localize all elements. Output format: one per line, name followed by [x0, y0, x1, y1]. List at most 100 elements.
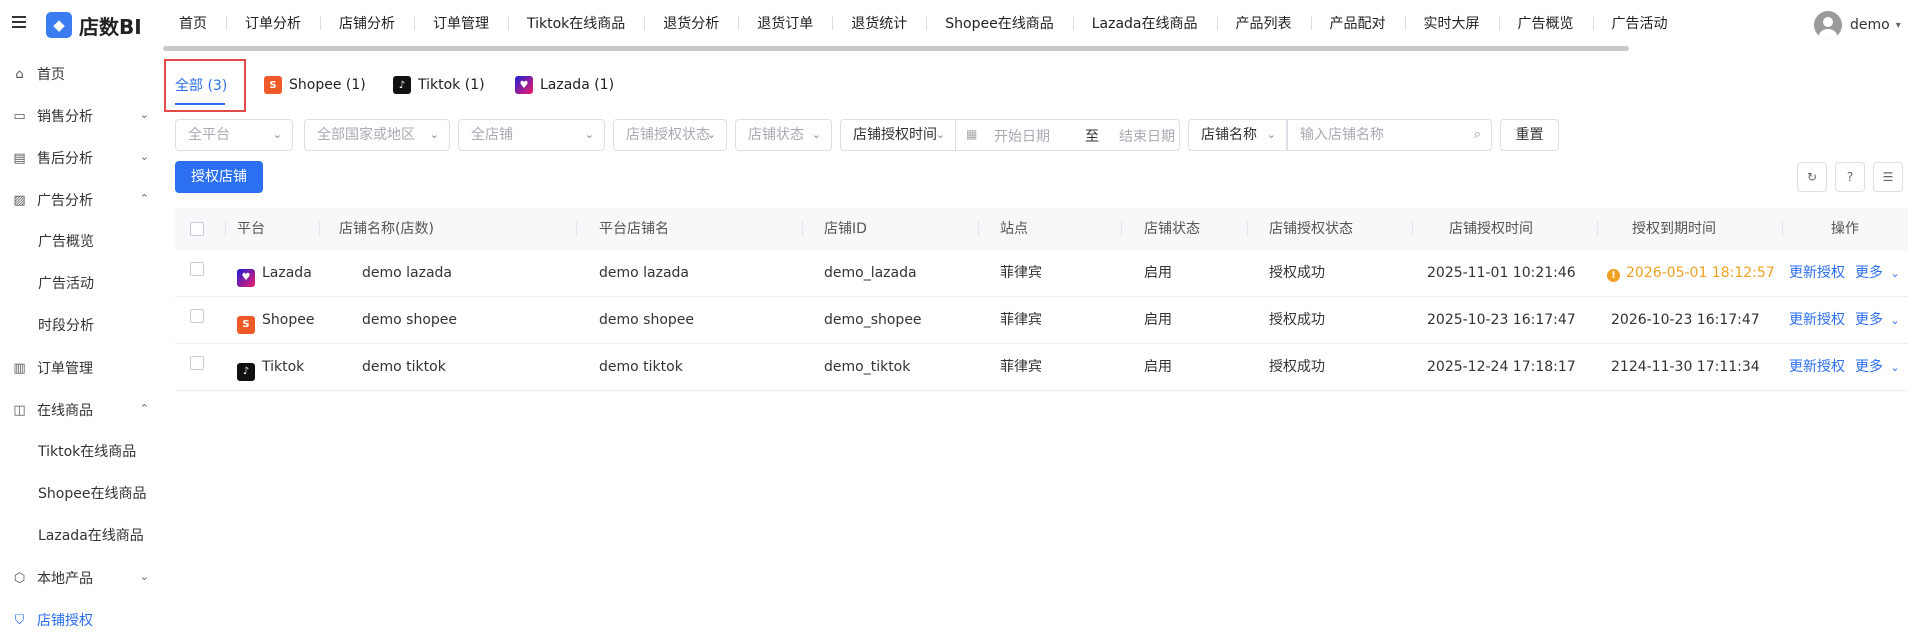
sidebar-item-after-sales[interactable]: ▤ 售后分析 ⌄ [0, 137, 163, 179]
topnav-item-product-match[interactable]: 产品配对 [1310, 13, 1405, 33]
document-icon: ▤ [13, 150, 26, 166]
topnav-item-store-analysis[interactable]: 店铺分析 [320, 13, 414, 33]
start-date-input[interactable]: 开始日期 [994, 126, 1050, 146]
tiktok-icon: ♪ [393, 76, 411, 94]
date-range-picker[interactable]: ▦ 开始日期 至 结束日期 [956, 119, 1180, 151]
table-row[interactable]: ♥ Lazada demo lazada demo lazada demo_laz… [175, 250, 1908, 297]
search-icon[interactable]: ⌕ [1474, 120, 1481, 150]
user-name[interactable]: demo [1850, 17, 1890, 33]
topnav-item-return-stats[interactable]: 退货统计 [832, 13, 926, 33]
tab-tiktok[interactable]: ♪ Tiktok (1) [393, 65, 485, 105]
auth-time-select[interactable]: 店铺授权时间 ⌄ [840, 119, 956, 151]
refresh-icon[interactable]: ↻ [1797, 162, 1827, 192]
platform-cell: ♪ Tiktok [237, 344, 304, 391]
menu-toggle-icon[interactable] [12, 16, 28, 32]
authorize-store-button[interactable]: 授权店铺 [175, 161, 263, 193]
table-row[interactable]: S Shopee demo shopee demo shopee demo_sho… [175, 297, 1908, 344]
help-icon[interactable]: ? [1835, 162, 1865, 192]
shield-icon: ⛉ [14, 612, 25, 628]
header-divider [319, 221, 320, 237]
box-icon: ⬡ [13, 570, 26, 586]
sidebar-item-ads[interactable]: ▨ 广告分析 ⌃ [0, 179, 163, 221]
topnav-item-return-orders[interactable]: 退货订单 [738, 13, 832, 33]
chevron-down-icon: ⌄ [584, 128, 594, 141]
more-menu[interactable]: 更多 ⌄ [1855, 297, 1900, 344]
update-auth-link[interactable]: 更新授权 [1789, 344, 1845, 391]
update-auth-link[interactable]: 更新授权 [1789, 250, 1845, 297]
sidebar-item-online-products[interactable]: ◫ 在线商品 ⌃ [0, 389, 163, 431]
store-status-select[interactable]: 店铺状态 ⌄ [735, 119, 832, 151]
topnav-item-home[interactable]: 首页 [160, 13, 226, 33]
shopee-icon: S [237, 315, 255, 334]
chevron-down-icon: ⌄ [1890, 314, 1900, 327]
topnav-item-shopee-products[interactable]: Shopee在线商品 [926, 13, 1072, 33]
store-name-input[interactable]: 输入店铺名称 ⌕ [1287, 119, 1492, 151]
store-select[interactable]: 全店铺 ⌄ [458, 119, 605, 151]
row-checkbox[interactable] [190, 356, 204, 370]
status-cell: 启用 [1144, 312, 1172, 328]
user-menu[interactable]: demo ▾ [1814, 11, 1901, 39]
expire-time-cell: ! 2026-05-01 18:12:57 [1607, 250, 1775, 297]
sidebar-item-orders[interactable]: ▥ 订单管理 [0, 347, 163, 389]
tab-shopee[interactable]: S Shopee (1) [264, 65, 366, 105]
header-expire-time: 授权到期时间 [1632, 221, 1716, 237]
topnav-item-order-management[interactable]: 订单管理 [414, 13, 508, 33]
sidebar-item-ads-timeslot[interactable]: 时段分析 [0, 305, 163, 347]
topnav-item-ads-campaign[interactable]: 广告活动 [1592, 13, 1687, 33]
platform-name: Shopee [262, 312, 315, 328]
topnav-item-lazada-products[interactable]: Lazada在线商品 [1072, 13, 1217, 33]
avatar[interactable] [1814, 11, 1842, 39]
auth-status-select[interactable]: 店铺授权状态 ⌄ [613, 119, 727, 151]
sidebar-item-tiktok-products[interactable]: Tiktok在线商品 [0, 431, 163, 473]
chevron-down-icon: ⌄ [706, 128, 716, 141]
store-name-type-select[interactable]: 店铺名称 ⌄ [1188, 119, 1287, 151]
topnav-item-return-analysis[interactable]: 退货分析 [644, 13, 738, 33]
more-label: 更多 [1855, 312, 1883, 328]
topnav-item-tiktok-products[interactable]: Tiktok在线商品 [508, 13, 644, 33]
platform-select[interactable]: 全平台 ⌄ [175, 119, 293, 151]
store-name-type-value: 店铺名称 [1201, 127, 1257, 143]
topnav-item-ads-overview[interactable]: 广告概览 [1498, 13, 1593, 33]
row-checkbox[interactable] [190, 262, 204, 276]
column-settings-icon[interactable]: ☰ [1873, 162, 1903, 192]
expire-time-value: 2026-05-01 18:12:57 [1626, 265, 1775, 281]
store-name-cell: demo lazada [362, 265, 453, 281]
sidebar-item-sales[interactable]: ▭ 销售分析 ⌄ [0, 95, 163, 137]
sidebar-item-home[interactable]: ⌂ 首页 [0, 53, 163, 95]
reset-button[interactable]: 重置 [1500, 119, 1559, 151]
sidebar-item-label: 首页 [37, 67, 65, 83]
platform-select-value: 全平台 [188, 127, 230, 143]
platform-name: Lazada [262, 265, 312, 281]
chevron-down-icon[interactable]: ▾ [1896, 20, 1901, 31]
tab-lazada[interactable]: ♥ Lazada (1) [515, 65, 614, 105]
auth-status-cell: 授权成功 [1269, 265, 1325, 281]
end-date-input[interactable]: 结束日期 [1119, 126, 1175, 146]
topnav-item-realtime[interactable]: 实时大屏 [1404, 13, 1499, 33]
table-row[interactable]: ♪ Tiktok demo tiktok demo tiktok demo_tik… [175, 344, 1908, 391]
sidebar-item-local-products[interactable]: ⬡ 本地产品 ⌄ [0, 557, 163, 599]
store-status-select-value: 店铺状态 [748, 127, 804, 143]
sidebar-item-ads-campaign[interactable]: 广告活动 [0, 263, 163, 305]
sidebar-item-lazada-products[interactable]: Lazada在线商品 [0, 515, 163, 557]
select-all-checkbox[interactable] [190, 222, 204, 236]
chevron-down-icon: ⌄ [1266, 128, 1276, 141]
tab-all[interactable]: 全部 (3) [175, 65, 227, 105]
platform-store-cell: demo lazada [599, 265, 690, 281]
more-menu[interactable]: 更多 ⌄ [1855, 250, 1900, 297]
update-auth-link[interactable]: 更新授权 [1789, 297, 1845, 344]
sidebar-item-store-auth[interactable]: ⛉ 店铺授权 [0, 599, 163, 639]
sidebar-item-label: 本地产品 [37, 571, 93, 587]
store-name-cell: demo tiktok [362, 359, 446, 375]
row-checkbox[interactable] [190, 309, 204, 323]
region-select[interactable]: 全部国家或地区 ⌄ [304, 119, 450, 151]
tab-label: Lazada (1) [540, 77, 615, 93]
store-id-cell: demo_lazada [824, 265, 917, 281]
platform-cell: S Shopee [237, 297, 314, 344]
more-menu[interactable]: 更多 ⌄ [1855, 344, 1900, 391]
topnav-item-order-analysis[interactable]: 订单分析 [226, 13, 320, 33]
sidebar-item-shopee-products[interactable]: Shopee在线商品 [0, 473, 163, 515]
header-divider [1597, 221, 1598, 237]
topnav-item-product-list[interactable]: 产品列表 [1216, 13, 1311, 33]
chevron-up-icon: ⌃ [139, 402, 149, 415]
sidebar-item-ads-overview[interactable]: 广告概览 [0, 221, 163, 263]
